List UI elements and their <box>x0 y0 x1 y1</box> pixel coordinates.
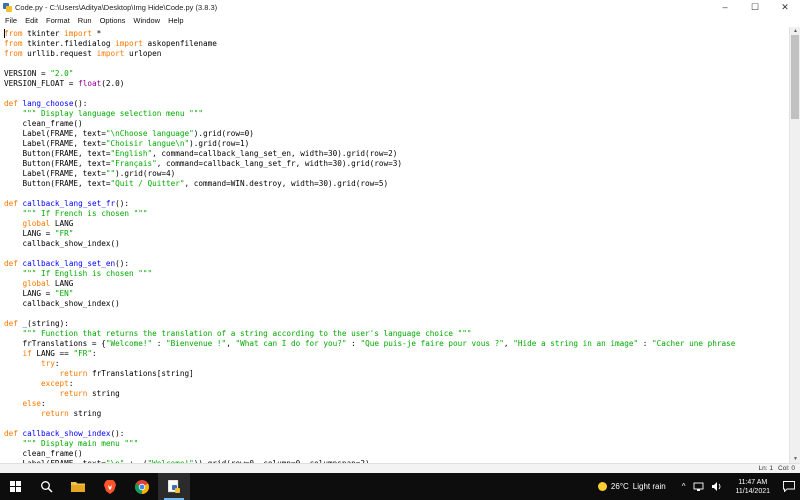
scroll-up-icon[interactable]: ▲ <box>790 27 800 35</box>
menu-format[interactable]: Format <box>42 16 74 25</box>
clock-time: 11:47 AM <box>738 478 768 486</box>
title-bar: Code.py - C:\Users\Aditya\Desktop\Img Hi… <box>0 0 800 14</box>
clock[interactable]: 11:47 AM 11/14/2021 <box>735 478 770 496</box>
taskbar-chrome[interactable] <box>126 473 158 500</box>
windows-logo-icon <box>9 481 21 492</box>
volume-icon[interactable] <box>712 482 723 491</box>
weather-widget[interactable]: 26°C Light rain <box>597 482 670 491</box>
scroll-down-icon[interactable]: ▼ <box>790 455 800 463</box>
folder-icon <box>71 482 85 492</box>
network-icon[interactable] <box>693 482 704 491</box>
taskbar-brave[interactable] <box>94 473 126 500</box>
minimize-button[interactable]: – <box>710 0 740 14</box>
window-controls: – ☐ ✕ <box>710 0 800 14</box>
taskbar: 26°C Light rain ^ 11:47 AM 11/14/2021 <box>0 473 800 500</box>
line-number: Ln: 1 <box>758 465 774 472</box>
window-title: Code.py - C:\Users\Aditya\Desktop\Img Hi… <box>15 2 218 12</box>
taskbar-python-idle[interactable] <box>158 473 190 500</box>
menu-bar: File Edit Format Run Options Window Help <box>0 14 800 27</box>
chrome-icon <box>135 479 149 494</box>
close-button[interactable]: ✕ <box>770 0 800 14</box>
python-idle-icon <box>167 479 180 493</box>
weather-icon <box>597 482 607 491</box>
vertical-scrollbar[interactable]: ▲ ▼ <box>789 27 800 463</box>
windows-start-button[interactable] <box>0 473 30 500</box>
search-icon <box>40 481 53 493</box>
weather-condition: Light rain <box>632 482 666 491</box>
clock-date: 11/14/2021 <box>735 487 770 495</box>
notification-icon <box>783 481 795 492</box>
system-tray: 26°C Light rain ^ 11:47 AM 11/14/2021 <box>597 473 800 500</box>
python-icon <box>3 2 12 12</box>
code-text[interactable]: from tkinter import * from tkinter.filed… <box>0 27 789 463</box>
taskbar-search[interactable] <box>30 473 62 500</box>
tray-expand-icon[interactable]: ^ <box>682 482 686 491</box>
column-number: Col: 0 <box>778 465 795 472</box>
text-cursor <box>4 29 5 38</box>
scrollbar-thumb[interactable] <box>791 35 799 119</box>
menu-options[interactable]: Options <box>96 16 130 25</box>
menu-window[interactable]: Window <box>129 16 164 25</box>
weather-temp: 26°C <box>610 482 629 491</box>
taskbar-file-explorer[interactable] <box>62 473 94 500</box>
maximize-button[interactable]: ☐ <box>740 0 770 14</box>
notification-button[interactable] <box>778 473 800 500</box>
code-editor[interactable]: from tkinter import * from tkinter.filed… <box>0 27 789 463</box>
status-bar: Ln: 1 Col: 0 <box>0 463 800 473</box>
menu-edit[interactable]: Edit <box>21 16 42 25</box>
brave-icon <box>104 479 116 494</box>
menu-help[interactable]: Help <box>164 16 187 25</box>
menu-run[interactable]: Run <box>74 16 96 25</box>
menu-file[interactable]: File <box>0 16 21 25</box>
